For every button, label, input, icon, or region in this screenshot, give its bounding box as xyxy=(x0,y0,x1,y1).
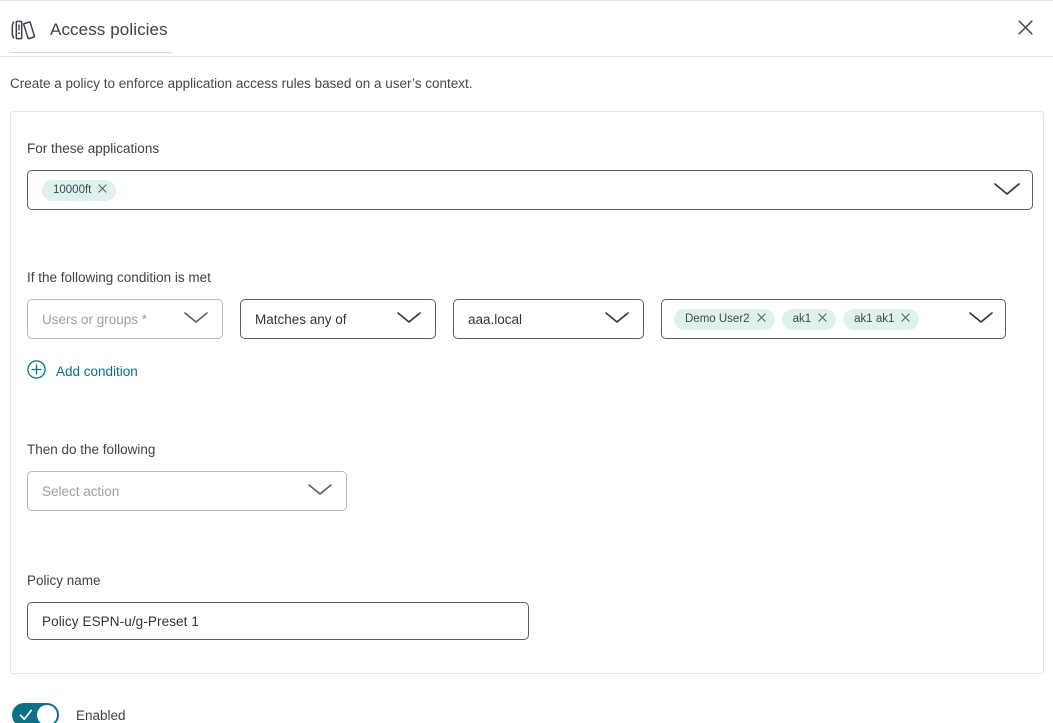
condition-source-select[interactable]: aaa.local xyxy=(453,299,644,339)
condition-source-value: aaa.local xyxy=(468,311,523,327)
condition-operator-select[interactable]: Matches any of xyxy=(240,299,436,339)
condition-label: If the following condition is met xyxy=(27,270,211,285)
chevron-down-icon[interactable] xyxy=(967,310,995,328)
condition-row: Users or groups * Matches any of aaa.loc… xyxy=(27,299,1033,339)
close-button[interactable] xyxy=(1011,15,1039,43)
condition-subject-placeholder: Users or groups * xyxy=(42,311,148,327)
chip-condition-value[interactable]: Demo User2 xyxy=(674,308,775,330)
close-icon[interactable] xyxy=(756,313,766,325)
chevron-down-icon[interactable] xyxy=(395,310,423,328)
chevron-down-icon[interactable] xyxy=(182,310,210,328)
access-policies-panel: Access policies Create a policy to enfor… xyxy=(0,0,1053,723)
policy-name-input[interactable] xyxy=(27,602,529,640)
chip-label: ak1 xyxy=(792,313,812,325)
applications-section: For these applications 10000ft xyxy=(27,141,1033,210)
enabled-toggle-label: Enabled xyxy=(76,707,126,723)
condition-subject-select[interactable]: Users or groups * xyxy=(27,299,223,339)
add-condition-button[interactable]: Add condition xyxy=(27,360,138,382)
panel-header: Access policies xyxy=(0,1,1053,56)
page-title: Access policies xyxy=(50,20,168,39)
condition-section: If the following condition is met Users … xyxy=(27,270,1033,384)
chip-condition-value[interactable]: ak1 ak1 xyxy=(843,308,920,330)
add-condition-label: Add condition xyxy=(56,363,138,379)
action-select-placeholder: Select action xyxy=(42,483,120,499)
chip-application[interactable]: 10000ft xyxy=(42,179,117,201)
enabled-toggle-row: Enabled xyxy=(12,703,126,723)
chip-label: ak1 ak1 xyxy=(854,313,895,325)
condition-operator-value: Matches any of xyxy=(255,311,347,327)
action-select[interactable]: Select action xyxy=(27,471,347,511)
chevron-down-icon[interactable] xyxy=(603,310,631,328)
applications-chip-list: 10000ft xyxy=(42,179,982,201)
books-icon xyxy=(10,16,38,44)
condition-values-multiselect[interactable]: Demo User2 ak1 ak1 ak1 xyxy=(661,299,1006,339)
close-icon xyxy=(1017,20,1033,38)
condition-values-chip-list: Demo User2 ak1 ak1 ak1 xyxy=(674,308,957,330)
chip-condition-value[interactable]: ak1 xyxy=(781,308,837,330)
check-icon xyxy=(19,708,33,723)
enabled-toggle[interactable] xyxy=(12,703,59,723)
close-icon[interactable] xyxy=(98,184,108,196)
chip-label: 10000ft xyxy=(53,184,92,196)
chevron-down-icon[interactable] xyxy=(306,482,334,500)
chevron-down-icon[interactable] xyxy=(992,181,1022,200)
panel-header-title-group: Access policies xyxy=(10,11,172,53)
applications-label: For these applications xyxy=(27,141,160,156)
policy-name-label: Policy name xyxy=(27,573,101,588)
close-icon[interactable] xyxy=(818,313,827,325)
action-section: Then do the following Select action xyxy=(27,442,347,511)
plus-circle-icon xyxy=(27,360,46,382)
policy-form-card: For these applications 10000ft If the fo… xyxy=(10,111,1044,674)
close-icon[interactable] xyxy=(901,313,911,325)
action-label: Then do the following xyxy=(27,442,156,457)
panel-description: Create a policy to enforce application a… xyxy=(10,76,473,91)
chip-label: Demo User2 xyxy=(685,313,750,325)
policy-name-section: Policy name xyxy=(27,573,529,640)
toggle-knob xyxy=(37,705,57,723)
applications-multiselect[interactable]: 10000ft xyxy=(27,170,1033,210)
